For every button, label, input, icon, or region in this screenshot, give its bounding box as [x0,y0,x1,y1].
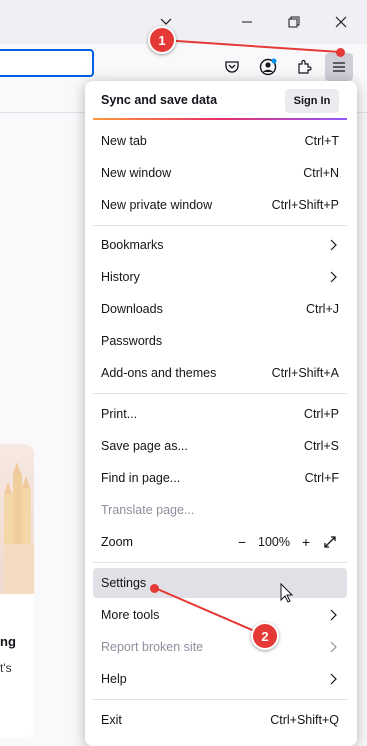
menu-item-label: Translate page... [101,503,195,517]
card-subtitle: t's [0,661,12,675]
menu-item-label: Bookmarks [101,238,164,252]
sync-accent-bar [93,118,347,120]
chevron-right-icon [329,239,339,251]
menu-item-shortcut: Ctrl+Shift+Q [270,713,339,727]
chevron-right-icon [329,609,339,621]
menu-item-downloads[interactable]: Downloads Ctrl+J [93,295,347,323]
title-bar [0,0,367,44]
menu-item-label: Print... [101,407,138,421]
menu-item-label: Report broken site [101,640,204,654]
menu-item-history[interactable]: History [93,263,347,291]
menu-item-label: Save page as... [101,439,188,453]
restore-icon[interactable] [274,4,314,40]
menu-item-label: History [101,270,140,284]
menu-item-more-tools[interactable]: More tools [93,601,347,629]
annotation-marker: 2 [251,622,279,650]
menu-item-zoom: Zoom − 100% + [93,528,347,556]
extensions-icon[interactable] [290,53,318,81]
menu-item-shortcut: Ctrl+F [304,471,339,485]
menu-item-shortcut: Ctrl+P [303,407,339,421]
account-icon[interactable] [254,53,282,81]
card-image [0,444,34,594]
menu-item-settings[interactable]: Settings [93,568,347,598]
chevron-right-icon [329,673,339,685]
menu-separator [93,393,347,394]
zoom-level[interactable]: 100% [257,535,291,549]
menu-item-save-page[interactable]: Save page as... Ctrl+S [93,432,347,460]
menu-item-label: More tools [101,608,160,622]
menu-item-shortcut: Ctrl+T [304,134,339,148]
menu-item-label: Exit [101,713,122,727]
menu-item-exit[interactable]: Exit Ctrl+Shift+Q [93,706,347,734]
sync-title: Sync and save data [101,93,218,107]
menu-item-shortcut: Ctrl+Shift+P [271,198,339,212]
menu-separator [93,562,347,563]
menu-item-shortcut: Ctrl+Shift+A [271,366,339,380]
chevron-right-icon [329,271,339,283]
menu-item-label: New private window [101,198,213,212]
menu-item-bookmarks[interactable]: Bookmarks [93,231,347,259]
menu-item-find-in-page[interactable]: Find in page... Ctrl+F [93,464,347,492]
zoom-in-button[interactable]: + [297,533,315,551]
close-icon[interactable] [321,4,361,40]
menu-item-report-broken-site: Report broken site [93,633,347,661]
menu-item-new-private-window[interactable]: New private window Ctrl+Shift+P [93,191,347,219]
card-title: ng [0,634,16,649]
story-card[interactable]: ng t's [0,444,34,738]
menu-item-shortcut: Ctrl+S [303,439,339,453]
annotation-marker: 1 [148,26,176,54]
fullscreen-icon[interactable] [321,533,339,551]
hamburger-menu-icon[interactable] [325,53,353,81]
menu-item-new-window[interactable]: New window Ctrl+N [93,159,347,187]
menu-item-translate-page: Translate page... [93,496,347,524]
menu-item-help[interactable]: Help [93,665,347,693]
menu-item-label: Add-ons and themes [101,366,217,380]
annotation-dot [150,584,159,593]
menu-item-shortcut: Ctrl+J [306,302,339,316]
menu-item-label: Help [101,672,127,686]
menu-item-label: New window [101,166,172,180]
menu-item-label: Passwords [101,334,163,348]
zoom-out-button[interactable]: − [233,533,251,551]
annotation-dot [336,48,345,57]
menu-item-label: Settings [101,576,147,590]
menu-item-label: New tab [101,134,147,148]
menu-item-addons-themes[interactable]: Add-ons and themes Ctrl+Shift+A [93,359,347,387]
menu-item-new-tab[interactable]: New tab Ctrl+T [93,127,347,155]
menu-item-label: Find in page... [101,471,181,485]
menu-item-print[interactable]: Print... Ctrl+P [93,400,347,428]
menu-separator [93,225,347,226]
menu-item-label: Zoom [101,535,133,549]
menu-separator [93,699,347,700]
menu-item-label: Downloads [101,302,163,316]
menu-item-shortcut: Ctrl+N [303,166,339,180]
sign-in-button[interactable]: Sign In [285,89,339,113]
menu-item-passwords[interactable]: Passwords [93,327,347,355]
minimize-icon[interactable] [227,4,267,40]
pocket-icon[interactable] [218,53,246,81]
url-bar[interactable] [0,49,94,77]
chevron-right-icon [329,641,339,653]
app-menu-panel: Sync and save data Sign In New tab Ctrl+… [85,81,357,746]
